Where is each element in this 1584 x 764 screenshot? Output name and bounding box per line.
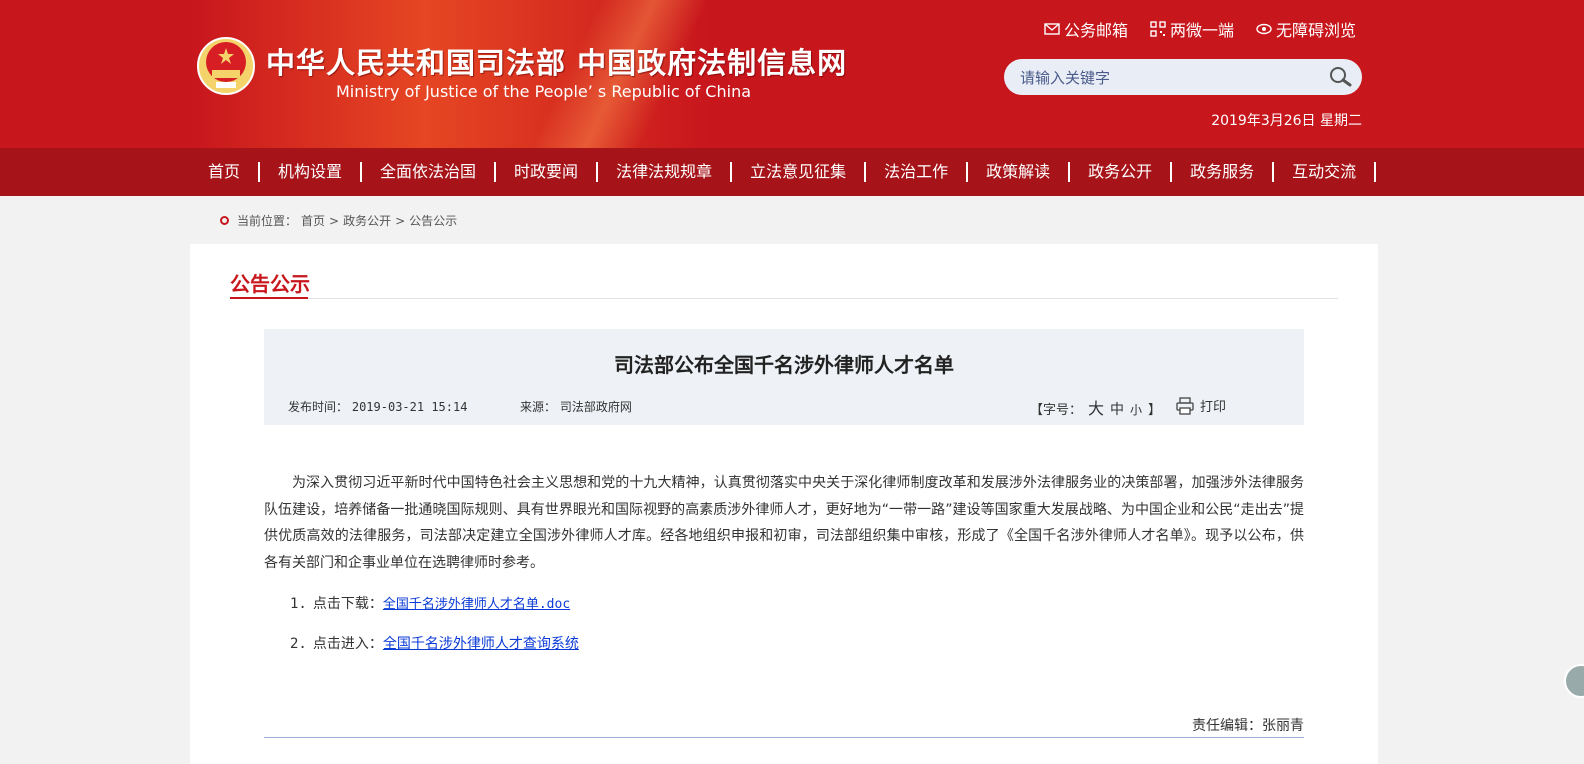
current-date: 2019年3月26日 星期二 xyxy=(1211,113,1362,129)
nav-item-policy-interpretation[interactable]: 政策解读 xyxy=(968,162,1071,182)
font-size-close: 】 xyxy=(1148,403,1162,418)
site-subtitle: Ministry of Justice of the People’ s Rep… xyxy=(336,82,752,101)
mail-link-label: 公务邮箱 xyxy=(1063,21,1128,40)
nav-item-organization[interactable]: 机构设置 xyxy=(260,162,363,182)
query-prefix: 点击进入： xyxy=(312,636,383,652)
publish-time: 2019-03-21 15:14 xyxy=(351,400,468,414)
nav-item-laws[interactable]: 法律法规规章 xyxy=(598,162,733,182)
download-link-row: 1. 点击下载：全国千名涉外律师人才名单.doc xyxy=(290,593,570,613)
nav-item-rule-of-law[interactable]: 全面依法治国 xyxy=(362,162,497,182)
nav-item-government-affairs[interactable]: 政务公开 xyxy=(1070,162,1173,182)
location-dot-icon xyxy=(220,216,229,225)
site-title: 中华人民共和国司法部 中国政府法制信息网 xyxy=(266,46,848,80)
font-size-small-button[interactable]: 小 xyxy=(1130,401,1142,418)
section-divider-accent xyxy=(230,297,308,299)
mail-icon xyxy=(1044,23,1060,35)
site-header: 中华人民共和国司法部 中国政府法制信息网 Ministry of Justice… xyxy=(0,0,1584,148)
source-label: 来源： xyxy=(520,400,557,414)
list-number: 1. xyxy=(290,596,307,612)
wechat-weibo-app-label: 两微一端 xyxy=(1169,21,1234,40)
breadcrumb-announcements[interactable]: 公告公示 xyxy=(409,212,457,229)
breadcrumb: 当前位置： 首页 > 政务公开 > 公告公示 xyxy=(220,212,457,229)
publish-info: 发布时间： 2019-03-21 15:14 xyxy=(288,398,467,415)
eye-icon xyxy=(1256,23,1272,35)
content-panel: 公告公示 司法部公布全国千名涉外律师人才名单 发布时间： 2019-03-21 … xyxy=(190,244,1378,764)
accessibility-link[interactable]: 无障碍浏览 xyxy=(1256,17,1356,41)
mail-link[interactable]: 公务邮箱 xyxy=(1044,17,1128,41)
font-size-open: 【字号： xyxy=(1030,403,1083,418)
query-system-link[interactable]: 全国千名涉外律师人才查询系统 xyxy=(383,636,579,652)
responsible-editor: 责任编辑：张丽青 xyxy=(1192,718,1304,734)
section-title: 公告公示 xyxy=(230,272,310,296)
print-button[interactable]: 打印 xyxy=(1176,396,1226,415)
article-body: 为深入贯彻习近平新时代中国特色社会主义思想和党的十九大精神，认真贯彻落实中央关于… xyxy=(264,475,1304,571)
download-doc-link[interactable]: 全国千名涉外律师人才名单.doc xyxy=(383,597,570,612)
nav-item-government-services[interactable]: 政务服务 xyxy=(1172,162,1275,182)
font-size-medium-button[interactable]: 中 xyxy=(1110,399,1124,419)
floating-widget[interactable] xyxy=(1564,664,1584,698)
article-bottom-divider xyxy=(264,737,1304,738)
top-links: 公务邮箱 两微一端 无障碍浏览 xyxy=(1044,17,1356,41)
qr-code-icon xyxy=(1150,21,1166,37)
article-title: 司法部公布全国千名涉外律师人才名单 xyxy=(614,353,954,377)
main-nav: 首页 机构设置 全面依法治国 时政要闻 法律法规规章 立法意见征集 法治工作 政… xyxy=(0,148,1584,196)
query-link-row: 2. 点击进入：全国千名涉外律师人才查询系统 xyxy=(290,633,579,653)
print-label: 打印 xyxy=(1200,400,1227,415)
breadcrumb-government-affairs[interactable]: 政务公开 xyxy=(343,212,391,229)
national-emblem-icon[interactable] xyxy=(196,36,256,98)
nav-item-home[interactable]: 首页 xyxy=(190,162,261,182)
font-size-control: 【字号： 大 中 小 】 xyxy=(1030,395,1161,419)
source-info: 来源： 司法部政府网 xyxy=(520,398,632,415)
nav-item-interaction[interactable]: 互动交流 xyxy=(1274,162,1377,182)
font-size-large-button[interactable]: 大 xyxy=(1088,395,1104,419)
accessibility-label: 无障碍浏览 xyxy=(1275,21,1356,40)
wechat-weibo-app-link[interactable]: 两微一端 xyxy=(1150,17,1234,41)
source-value: 司法部政府网 xyxy=(559,400,632,414)
publish-label: 发布时间： xyxy=(288,400,349,414)
search-icon[interactable] xyxy=(1328,65,1352,89)
nav-item-legislation-comments[interactable]: 立法意见征集 xyxy=(732,162,867,182)
breadcrumb-separator: > xyxy=(395,213,406,228)
nav-item-legal-work[interactable]: 法治工作 xyxy=(866,162,969,182)
download-prefix: 点击下载： xyxy=(312,596,383,612)
search-input[interactable] xyxy=(1018,59,1322,97)
search-box xyxy=(1004,59,1362,97)
breadcrumb-prefix: 当前位置： xyxy=(237,214,298,228)
breadcrumb-separator: > xyxy=(329,213,340,228)
breadcrumb-home[interactable]: 首页 xyxy=(301,212,325,229)
list-number: 2. xyxy=(290,636,307,652)
section-divider xyxy=(230,297,1338,299)
article-header: 司法部公布全国千名涉外律师人才名单 发布时间： 2019-03-21 15:14… xyxy=(264,329,1304,425)
nav-item-news[interactable]: 时政要闻 xyxy=(496,162,599,182)
printer-icon xyxy=(1176,396,1194,415)
